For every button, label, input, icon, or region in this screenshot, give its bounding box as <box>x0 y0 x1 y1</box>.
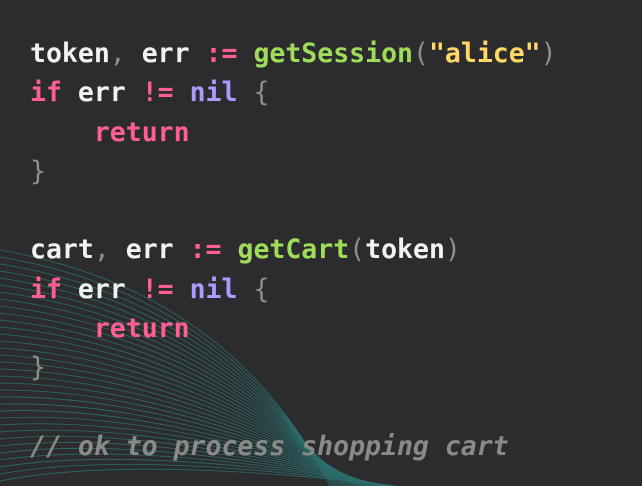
punctuation-token: , <box>109 38 142 69</box>
identifier-token <box>190 38 206 69</box>
function-name-token: getSession <box>253 38 413 69</box>
identifier-token: err <box>61 273 142 305</box>
identifier-token <box>222 234 238 265</box>
operator-token: := <box>205 38 238 69</box>
keyword-token: return <box>93 313 190 345</box>
nil-token: nil <box>189 273 238 305</box>
operator-token: != <box>141 273 174 305</box>
code-line: if err != nil { <box>30 73 557 112</box>
identifier-token <box>30 117 94 148</box>
punctuation-token: ) <box>444 234 461 266</box>
function-name-token: getCart <box>237 234 350 266</box>
code-line: } <box>30 348 557 387</box>
identifier-token: err <box>125 234 174 266</box>
identifier-token <box>237 38 253 69</box>
punctuation-token: } <box>30 352 46 384</box>
identifier-token: token <box>365 234 445 266</box>
code-line: cart, err := getCart(token) <box>30 230 557 269</box>
nil-token: nil <box>189 77 238 109</box>
punctuation-token: ) <box>540 38 557 69</box>
identifier-token: err <box>61 77 142 109</box>
keyword-token: if <box>30 77 62 109</box>
string-literal-token: "alice" <box>428 38 541 69</box>
identifier-token: token <box>30 38 110 69</box>
code-line: if err != nil { <box>30 270 557 309</box>
punctuation-token: , <box>93 234 126 266</box>
identifier-token <box>174 77 190 108</box>
punctuation-token: { <box>253 77 270 109</box>
identifier-token: cart <box>30 234 94 266</box>
code-line: return <box>30 113 557 152</box>
code-line: } <box>30 152 557 191</box>
code-block: token, err := getSession("alice") if err … <box>30 34 557 466</box>
punctuation-token: ( <box>349 234 366 266</box>
keyword-token: return <box>93 116 190 148</box>
identifier-token <box>237 77 253 108</box>
identifier-token <box>237 274 253 305</box>
identifier-token <box>30 313 94 344</box>
punctuation-token: { <box>253 273 270 305</box>
code-line: return <box>30 309 557 348</box>
keyword-token: if <box>30 273 62 305</box>
punctuation-token: } <box>30 155 46 187</box>
identifier-token <box>174 234 190 265</box>
code-line: token, err := getSession("alice") <box>30 34 557 73</box>
operator-token: != <box>141 77 174 109</box>
identifier-token: err <box>141 38 190 69</box>
operator-token: := <box>189 234 222 266</box>
code-line: // ok to process shopping cart <box>30 427 557 466</box>
punctuation-token: ( <box>412 38 429 69</box>
comment-text: // ok to process shopping cart <box>30 430 509 462</box>
identifier-token <box>174 274 190 305</box>
